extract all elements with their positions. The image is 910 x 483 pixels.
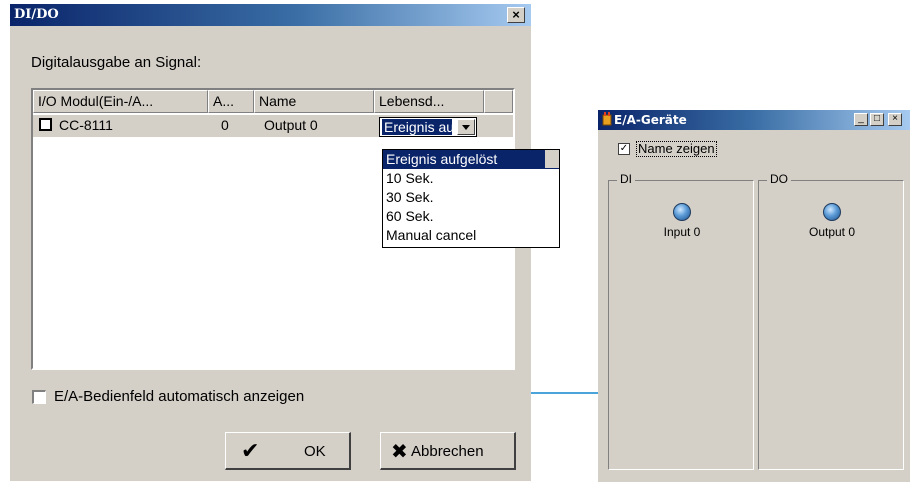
column-header-lifetime[interactable]: Lebensd... bbox=[374, 90, 484, 113]
input-label: Input 0 bbox=[663, 225, 701, 239]
io-devices-window: E/A-Geräte _ □ × ✓ Name zeigen DI Input … bbox=[598, 110, 910, 482]
dido-dialog: DI/DO × Digitalausgabe an Signal: I/O Mo… bbox=[10, 4, 560, 481]
row-name: Output 0 bbox=[264, 117, 318, 133]
show-names-check-icon[interactable]: ✓ bbox=[618, 143, 630, 155]
column-header-empty bbox=[484, 90, 513, 113]
lifetime-select[interactable]: Ereignis aufgelöst bbox=[379, 117, 477, 137]
do-group-label: DO bbox=[767, 172, 791, 186]
cancel-label: Abbrechen bbox=[411, 443, 484, 460]
panel-titlebar: E/A-Geräte _ □ × bbox=[598, 110, 910, 130]
lifetime-dropdown-list[interactable]: Ereignis aufgelöst 10 Sek. 30 Sek. 60 Se… bbox=[382, 149, 560, 248]
maximize-button[interactable]: □ bbox=[870, 113, 884, 126]
lifetime-option-event[interactable]: Ereignis aufgelöst bbox=[383, 150, 559, 169]
maximize-icon: □ bbox=[873, 113, 881, 124]
x-icon: ✖ bbox=[391, 441, 408, 463]
ok-button[interactable]: ✔ OK bbox=[225, 432, 351, 470]
row-address: 0 bbox=[221, 117, 229, 133]
show-names-label: Name zeigen bbox=[636, 141, 717, 157]
close-icon: × bbox=[892, 113, 898, 124]
panel-title: E/A-Geräte bbox=[614, 113, 687, 127]
lifetime-option-manual[interactable]: Manual cancel bbox=[383, 226, 559, 245]
di-group: DI Input 0 bbox=[608, 172, 754, 470]
do-group: DO Output 0 bbox=[758, 172, 904, 470]
ok-label: OK bbox=[304, 443, 326, 460]
app-icon bbox=[602, 112, 612, 126]
close-icon: × bbox=[512, 7, 520, 22]
chevron-down-icon[interactable] bbox=[457, 119, 475, 135]
signal-label: Digitalausgabe an Signal: bbox=[31, 54, 202, 71]
row-module: CC-8111 bbox=[59, 117, 113, 133]
output-led-icon[interactable] bbox=[823, 203, 841, 221]
minimize-icon: _ bbox=[858, 113, 864, 124]
close-button[interactable]: × bbox=[507, 7, 525, 23]
column-header-address[interactable]: A... bbox=[208, 90, 254, 113]
checkmark-icon: ✔ bbox=[241, 438, 260, 463]
lifetime-option-10s[interactable]: 10 Sek. bbox=[383, 169, 559, 188]
minimize-button[interactable]: _ bbox=[854, 113, 868, 126]
output-label: Output 0 bbox=[808, 225, 856, 239]
connector-line bbox=[531, 392, 599, 394]
lifetime-option-30s[interactable]: 30 Sek. bbox=[383, 188, 559, 207]
auto-show-checkbox-box[interactable] bbox=[32, 390, 46, 404]
lifetime-option-60s[interactable]: 60 Sek. bbox=[383, 207, 559, 226]
panel-close-button[interactable]: × bbox=[888, 113, 902, 126]
input-led-icon[interactable] bbox=[673, 203, 691, 221]
cancel-button[interactable]: ✖ Abbrechen bbox=[380, 432, 516, 470]
column-header-name[interactable]: Name bbox=[254, 90, 374, 113]
di-group-label: DI bbox=[617, 172, 635, 186]
lifetime-selected-value: Ereignis aufgelöst bbox=[382, 119, 452, 135]
row-checkbox[interactable] bbox=[39, 118, 52, 131]
auto-show-label: E/A-Bedienfeld automatisch anzeigen bbox=[54, 388, 305, 405]
table-row[interactable]: CC-8111 0 Output 0 Ereignis aufgelöst bbox=[33, 115, 513, 137]
dropdown-scrollbar[interactable] bbox=[545, 150, 559, 168]
dialog-title: DI/DO bbox=[14, 7, 59, 22]
column-header-module[interactable]: I/O Modul(Ein-/A... bbox=[33, 90, 208, 113]
dialog-titlebar: DI/DO × bbox=[10, 4, 531, 26]
